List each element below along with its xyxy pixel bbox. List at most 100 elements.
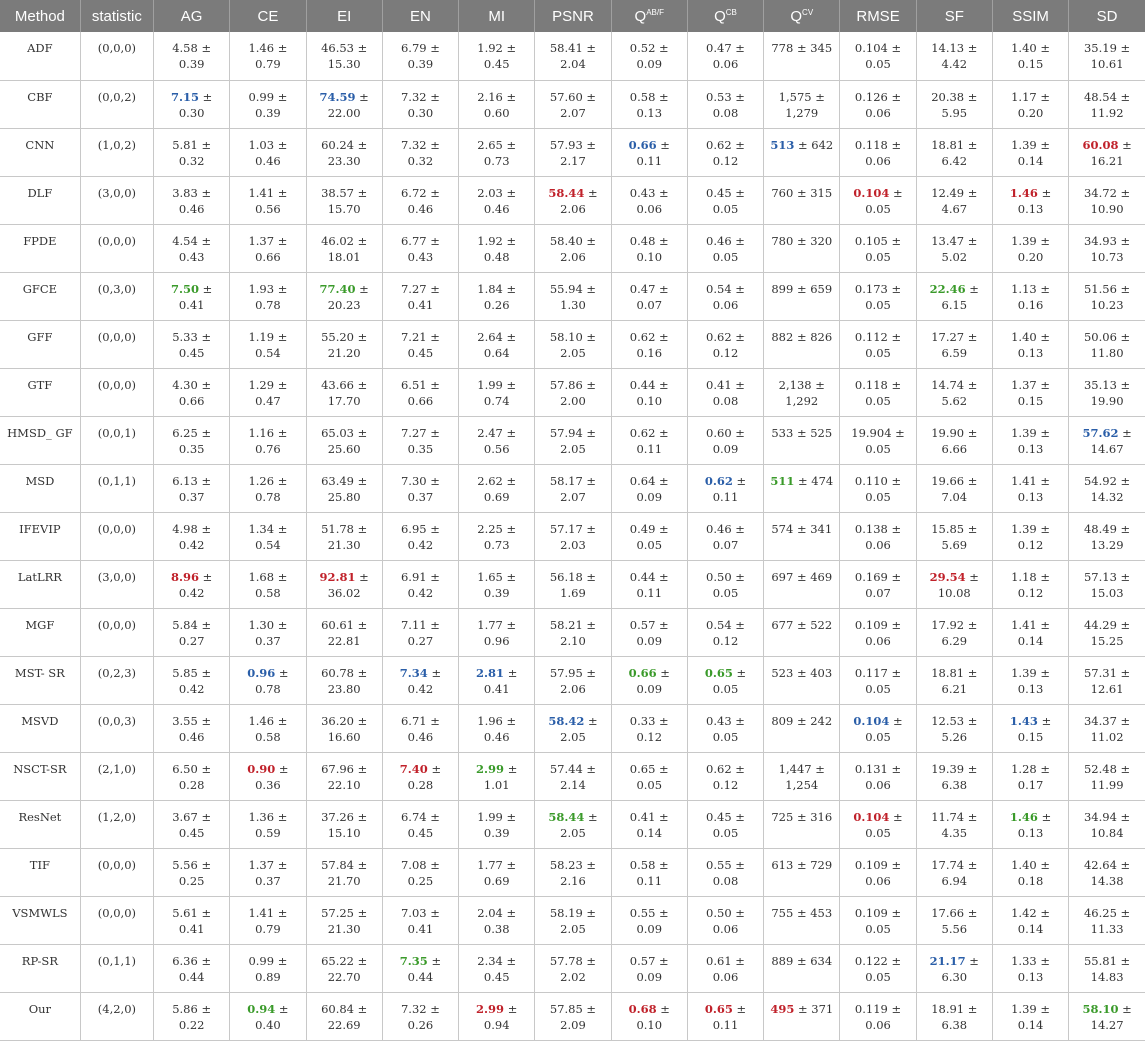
table-body: ADF (0,0,0) 4.58 ± 0.39 1.46 ± 0.79 46.53 ± …	[0, 32, 1145, 1041]
metric-cell: 1.65 ± 0.39	[458, 560, 535, 609]
metric-cell: 7.11 ± 0.27	[381, 608, 459, 657]
statistic-cell: (2,1,0)	[79, 752, 154, 801]
best-value-highlight: 0.62	[704, 473, 733, 488]
metric-cell: 0.45 ± 0.05	[686, 176, 764, 225]
metric-cell: 4.30 ± 0.66	[153, 368, 230, 417]
metric-cell: 1.99 ± 0.74	[458, 368, 535, 417]
statistic-cell: (1,2,0)	[79, 800, 154, 849]
method-cell: CBF	[0, 80, 81, 129]
metric-cell: 0.126 ± 0.06	[839, 80, 917, 129]
metric-cell: 1.26 ± 0.78	[229, 464, 307, 513]
statistic-cell: (0,1,1)	[79, 464, 154, 513]
metric-cell: 0.99 ± 0.39	[229, 80, 307, 129]
best-value-highlight: 0.66	[628, 665, 657, 680]
method-cell: RP-SR	[0, 944, 81, 993]
metric-cell: 0.55 ± 0.09	[610, 896, 688, 945]
column-header: statistic	[79, 0, 154, 32]
metric-cell: 0.61 ± 0.06	[686, 944, 764, 993]
best-value-highlight: 29.54	[929, 569, 966, 584]
metric-cell: 43.66 ± 17.70	[305, 368, 383, 417]
metric-cell: 0.41 ± 0.08	[686, 368, 764, 417]
metric-cell: 57.86 ± 2.00	[534, 368, 612, 417]
metric-cell: 3.83 ± 0.46	[153, 176, 230, 225]
metric-cell: 1.92 ± 0.48	[458, 224, 535, 273]
metric-cell: 0.62 ± 0.12	[686, 752, 764, 801]
best-value-highlight: 0.65	[704, 1001, 733, 1016]
metric-cell: 21.17 ± 6.30	[915, 944, 993, 993]
metric-cell: 0.90 ± 0.36	[229, 752, 307, 801]
metric-cell: 0.99 ± 0.89	[229, 944, 307, 993]
metric-cell: 1.93 ± 0.78	[229, 272, 307, 321]
metric-cell: 17.74 ± 6.94	[915, 848, 993, 897]
metric-cell: 0.62 ± 0.12	[686, 128, 764, 177]
metric-cell: 55.81 ± 14.83	[1068, 944, 1145, 993]
method-cell: GFF	[0, 320, 81, 369]
metric-cell: 1.39 ± 0.20	[991, 224, 1069, 273]
metric-cell: 613 ± 729	[763, 848, 840, 897]
metric-cell: 1.46 ± 0.13	[991, 176, 1069, 225]
method-cell: HMSD_ GF	[0, 416, 81, 465]
best-value-highlight: 58.44	[548, 185, 585, 200]
best-value-highlight: 1.46	[1009, 185, 1038, 200]
metric-cell: 12.49 ± 4.67	[915, 176, 993, 225]
metric-cell: 58.41 ± 2.04	[534, 32, 612, 81]
metric-cell: 2.65 ± 0.73	[458, 128, 535, 177]
metric-cell: 0.43 ± 0.05	[686, 704, 764, 753]
metric-cell: 0.49 ± 0.05	[610, 512, 688, 561]
statistic-cell: (0,0,2)	[79, 80, 154, 129]
best-value-highlight: 2.99	[476, 761, 505, 776]
metric-cell: 1.41 ± 0.14	[991, 608, 1069, 657]
column-header-label: SF	[944, 7, 964, 25]
metric-cell: 1.40 ± 0.15	[991, 32, 1069, 81]
metric-cell: 0.110 ± 0.05	[839, 464, 917, 513]
metric-cell: 0.50 ± 0.06	[686, 896, 764, 945]
metric-cell: 0.33 ± 0.12	[610, 704, 688, 753]
metric-cell: 1.46 ± 0.13	[991, 800, 1069, 849]
metric-cell: 2.62 ± 0.69	[458, 464, 535, 513]
column-header-label: Method	[14, 7, 65, 25]
metric-cell: 37.26 ± 15.10	[305, 800, 383, 849]
metric-cell: 0.119 ± 0.06	[839, 992, 917, 1041]
metric-cell: 2.81 ± 0.41	[458, 656, 535, 705]
metric-cell: 6.95 ± 0.42	[381, 512, 459, 561]
metric-cell: 1.40 ± 0.13	[991, 320, 1069, 369]
method-cell: Our	[0, 992, 81, 1041]
metric-cell: 1.77 ± 0.69	[458, 848, 535, 897]
best-value-highlight: 92.81	[319, 569, 356, 584]
metric-cell: 0.58 ± 0.11	[610, 848, 688, 897]
metric-cell: 0.46 ± 0.05	[686, 224, 764, 273]
metric-cell: 7.34 ± 0.42	[381, 656, 459, 705]
metric-cell: 57.94 ± 2.05	[534, 416, 612, 465]
best-value-highlight: 1.46	[1009, 809, 1038, 824]
statistic-cell: (0,0,0)	[79, 608, 154, 657]
metric-cell: 5.86 ± 0.22	[153, 992, 230, 1041]
method-cell: DLF	[0, 176, 81, 225]
method-cell: IFEVIP	[0, 512, 81, 561]
table-row: FPDE (0,0,0) 4.54 ± 0.43 1.37 ± 0.66 46.02 ±…	[0, 224, 1145, 273]
table-row: MST- SR (0,2,3) 5.85 ± 0.42 0.96 ± 0.78 60.7…	[0, 656, 1145, 705]
metric-cell: 0.53 ± 0.08	[686, 80, 764, 129]
statistic-cell: (0,0,0)	[79, 848, 154, 897]
metric-cell: 533 ± 525	[763, 416, 840, 465]
metric-cell: 6.50 ± 0.28	[153, 752, 230, 801]
metric-cell: 2,138 ± 1,292	[763, 368, 840, 417]
metric-cell: 8.96 ± 0.42	[153, 560, 230, 609]
metric-cell: 1.41 ± 0.79	[229, 896, 307, 945]
method-cell: NSCT-SR	[0, 752, 81, 801]
metric-cell: 0.62 ± 0.11	[610, 416, 688, 465]
metric-cell: 57.25 ± 21.30	[305, 896, 383, 945]
metric-cell: 6.13 ± 0.37	[153, 464, 230, 513]
metric-cell: 1.33 ± 0.13	[991, 944, 1069, 993]
metric-cell: 0.46 ± 0.07	[686, 512, 764, 561]
best-value-highlight: 0.66	[628, 137, 657, 152]
metric-cell: 7.15 ± 0.30	[153, 80, 230, 129]
metric-cell: 0.66 ± 0.11	[610, 128, 688, 177]
table-row: MGF (0,0,0) 5.84 ± 0.27 1.30 ± 0.37 60.61 ± …	[0, 608, 1145, 657]
metric-cell: 7.27 ± 0.41	[381, 272, 459, 321]
best-value-highlight: 2.99	[476, 1001, 505, 1016]
metric-cell: 1.34 ± 0.54	[229, 512, 307, 561]
metric-cell: 57.13 ± 15.03	[1068, 560, 1145, 609]
metric-cell: 18.81 ± 6.21	[915, 656, 993, 705]
statistic-cell: (1,0,2)	[79, 128, 154, 177]
column-header: Method	[0, 0, 81, 32]
